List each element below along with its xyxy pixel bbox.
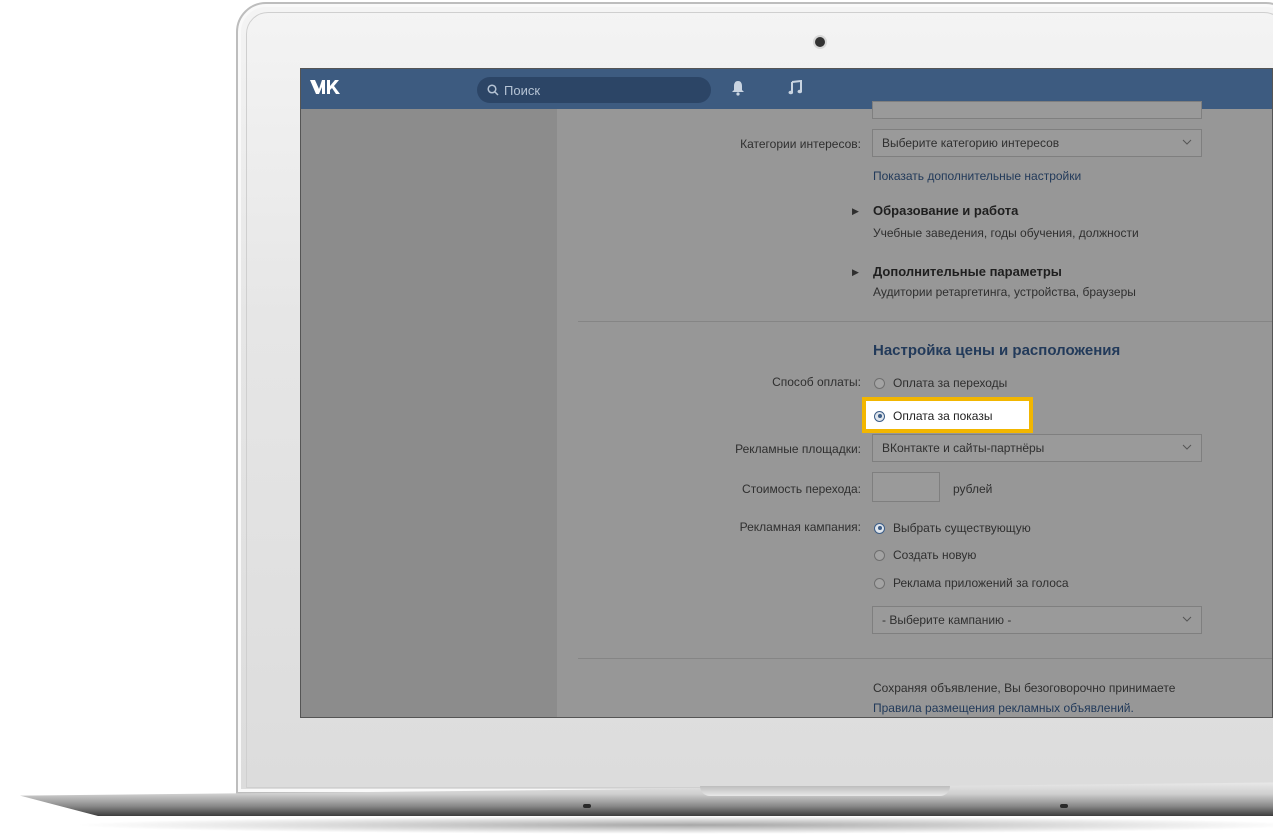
expand-arrow-icon[interactable]: ▶ bbox=[852, 206, 859, 217]
payment-option-impressions[interactable]: Оплата за показы bbox=[874, 409, 992, 423]
extra-params-title[interactable]: Дополнительные параметры bbox=[873, 264, 1062, 279]
ad-platforms-value: ВКонтакте и сайты-партнёры bbox=[882, 441, 1045, 455]
search-icon bbox=[487, 84, 499, 96]
extra-params-subtitle: Аудитории ретаргетинга, устройства, брау… bbox=[873, 285, 1136, 299]
chevron-down-icon bbox=[1182, 444, 1192, 450]
left-sidebar bbox=[301, 109, 557, 717]
campaign-option-existing-label: Выбрать существующую bbox=[893, 521, 1031, 535]
ad-platforms-select[interactable]: ВКонтакте и сайты-партнёры bbox=[872, 434, 1202, 462]
payment-option-impressions-label: Оплата за показы bbox=[893, 409, 993, 423]
vk-logo-icon bbox=[310, 80, 340, 94]
laptop-notch bbox=[700, 786, 950, 796]
laptop-foot bbox=[583, 804, 591, 808]
section-divider bbox=[578, 321, 1272, 322]
education-section-subtitle: Учебные заведения, годы обучения, должно… bbox=[873, 226, 1139, 240]
chevron-down-icon bbox=[1182, 139, 1192, 145]
payment-option-clicks[interactable]: Оплата за переходы bbox=[874, 376, 1007, 390]
radio-selected-icon bbox=[874, 410, 885, 422]
campaign-select-value: - Выберите кампанию - bbox=[882, 613, 1012, 627]
cost-unit-label: рублей bbox=[953, 482, 993, 496]
terms-link[interactable]: Правила размещения рекламных объявлений. bbox=[873, 701, 1134, 715]
campaign-option-existing[interactable]: Выбрать существующую bbox=[874, 521, 1031, 535]
search-placeholder: Поиск bbox=[504, 82, 541, 98]
ad-campaign-label: Рекламная кампания: bbox=[739, 520, 861, 534]
campaign-option-apps[interactable]: Реклама приложений за голоса bbox=[874, 576, 1069, 590]
screen: Поиск Категории интересов: Выберите кате… bbox=[300, 68, 1273, 718]
radio-icon bbox=[874, 549, 885, 561]
bell-icon[interactable] bbox=[731, 80, 745, 96]
vk-logo[interactable] bbox=[309, 76, 343, 100]
highlight-box: Оплата за показы bbox=[862, 397, 1033, 433]
payment-method-label: Способ оплаты: bbox=[772, 375, 861, 389]
laptop-shadow bbox=[70, 816, 1273, 834]
chevron-down-icon bbox=[1182, 616, 1192, 622]
radio-icon bbox=[874, 377, 885, 389]
search-input[interactable]: Поиск bbox=[477, 77, 711, 103]
radio-icon bbox=[874, 577, 885, 589]
music-icon[interactable] bbox=[788, 80, 802, 96]
interests-select-value: Выберите категорию интересов bbox=[882, 136, 1060, 150]
click-cost-label: Стоимость перехода: bbox=[742, 482, 861, 496]
expand-arrow-icon[interactable]: ▶ bbox=[852, 267, 859, 278]
campaign-option-new-label: Создать новую bbox=[893, 548, 977, 562]
education-section-title[interactable]: Образование и работа bbox=[873, 203, 1018, 218]
camera-icon bbox=[815, 37, 825, 47]
campaign-option-apps-label: Реклама приложений за голоса bbox=[893, 576, 1069, 590]
pricing-section-title: Настройка цены и расположения bbox=[873, 342, 1121, 359]
payment-option-clicks-label: Оплата за переходы bbox=[893, 376, 1008, 390]
campaign-option-new[interactable]: Создать новую bbox=[874, 548, 976, 562]
click-cost-input[interactable] bbox=[872, 472, 940, 502]
terms-text: Сохраняя объявление, Вы безоговорочно пр… bbox=[873, 681, 1176, 695]
radio-selected-icon bbox=[874, 522, 885, 534]
campaign-select[interactable]: - Выберите кампанию - bbox=[872, 606, 1202, 634]
interests-select[interactable]: Выберите категорию интересов bbox=[872, 129, 1202, 157]
previous-field[interactable] bbox=[872, 101, 1202, 119]
interests-label: Категории интересов: bbox=[740, 137, 861, 151]
laptop-foot bbox=[1060, 804, 1068, 808]
ad-platforms-label: Рекламные площадки: bbox=[735, 442, 861, 456]
section-divider bbox=[578, 658, 1272, 659]
show-more-settings-link[interactable]: Показать дополнительные настройки bbox=[873, 169, 1081, 183]
